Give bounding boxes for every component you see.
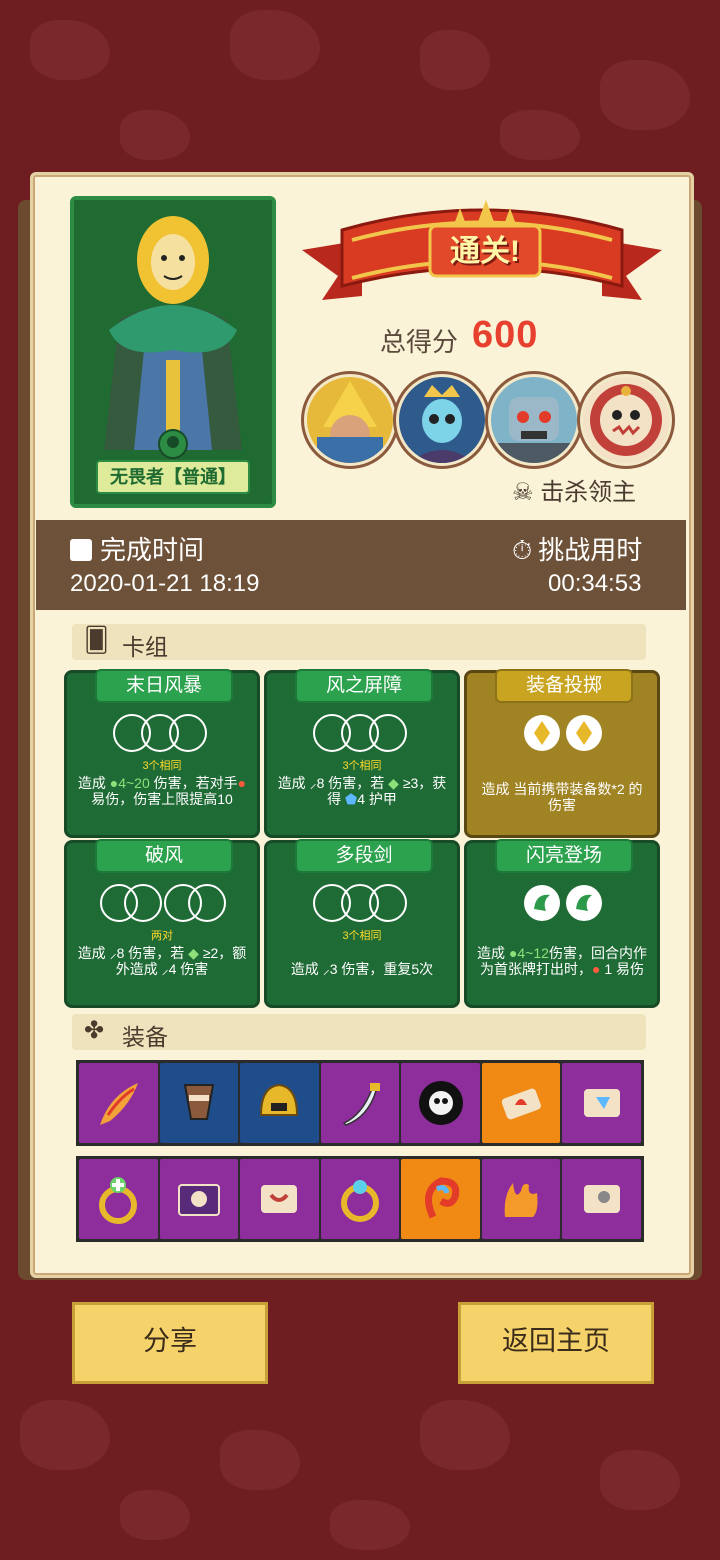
stopwatch-icon: ⏱ bbox=[512, 535, 533, 565]
dice-slots bbox=[267, 883, 457, 928]
kill-lord-label: ☠ 击杀领主 bbox=[512, 472, 636, 507]
card-break-wind[interactable]: 破风 两对 造成 ⸝8 伤害，若 ◆ ≥2，额外造成 ⸝4 伤害 bbox=[64, 839, 260, 1008]
red-scroll-icon[interactable] bbox=[240, 1159, 319, 1239]
victory-text: 通关! bbox=[450, 235, 520, 268]
wind-icon: ◆ bbox=[188, 945, 199, 961]
card-desc: 造成 ●4~20 伤害，若对手●易伤，伤害上限提高10 bbox=[77, 775, 247, 807]
equipment-row-1 bbox=[76, 1060, 644, 1146]
pinwheel-icon: ✤ bbox=[84, 1017, 105, 1044]
finish-time-label: 完成时间 bbox=[100, 535, 205, 565]
card-combo: 3个相同 bbox=[342, 760, 382, 772]
sword-icon: ⸝ bbox=[161, 961, 169, 977]
card-multi-sword[interactable]: 多段剑 3个相同 造成 ⸝3 伤害，重复5次 bbox=[264, 839, 460, 1008]
gem-ring-icon[interactable] bbox=[320, 1159, 400, 1239]
card-title: 装备投掷 bbox=[495, 669, 633, 703]
golden-helmet-icon[interactable] bbox=[240, 1063, 319, 1143]
card-desc: 造成 ⸝8 伤害，若 ◆ ≥3，获得 ⬟4 护甲 bbox=[277, 775, 447, 807]
share-button[interactable]: 分享 bbox=[72, 1302, 268, 1384]
equipment-section-header: ✤ 装备 bbox=[72, 1014, 646, 1050]
card-grand-entrance[interactable]: 闪亮登场 造成 ●4~12伤害，回合内作为首张牌打出时，● 1 易伤 bbox=[464, 839, 660, 1008]
card-title: 多段剑 bbox=[295, 839, 433, 873]
elapsed-time-value: 00:34:53 bbox=[548, 570, 642, 597]
card-title: 闪亮登场 bbox=[495, 839, 633, 873]
blue-scroll-icon[interactable] bbox=[562, 1063, 642, 1143]
finish-time-value: 2020-01-21 18:19 bbox=[70, 570, 260, 597]
shield-icon: ⬟ bbox=[345, 791, 358, 807]
card-desc: 造成 ⸝3 伤害，重复5次 bbox=[290, 961, 434, 977]
dice-slots bbox=[467, 713, 657, 758]
film-icon bbox=[70, 539, 92, 561]
cards-icon: 🂠 bbox=[84, 627, 109, 654]
hero-illustration bbox=[74, 200, 272, 460]
deck-section-header: 🂠 卡组 bbox=[72, 624, 646, 660]
goblet-icon[interactable] bbox=[159, 1063, 239, 1143]
dice-slots bbox=[467, 883, 657, 928]
dark-skull-icon[interactable] bbox=[401, 1063, 480, 1143]
flame-bundle-icon[interactable] bbox=[481, 1159, 561, 1239]
wind-icon: ◆ bbox=[388, 775, 399, 791]
dagger-icon[interactable] bbox=[320, 1063, 400, 1143]
swirl-icon[interactable] bbox=[401, 1159, 480, 1239]
elapsed-time-header: ⏱ 挑战用时 bbox=[512, 530, 642, 567]
dice-slots bbox=[67, 883, 257, 928]
score-label: 总得分 bbox=[380, 327, 459, 357]
kill-lord-text: 击杀领主 bbox=[540, 479, 637, 506]
score-value: 600 bbox=[472, 314, 539, 356]
vulnerable-icon: ● bbox=[591, 961, 601, 977]
card-desc: 造成 ●4~12伤害，回合内作为首张牌打出时，● 1 易伤 bbox=[477, 945, 647, 977]
home-button[interactable]: 返回主页 bbox=[458, 1302, 654, 1384]
skull-book-icon[interactable] bbox=[159, 1159, 239, 1239]
card-doomstorm[interactable]: 末日风暴 3个相同 造成 ●4~20 伤害，若对手●易伤，伤害上限提高10 bbox=[64, 669, 260, 838]
healing-ring-icon[interactable] bbox=[79, 1159, 158, 1239]
sword-icon: ⸝ bbox=[309, 775, 317, 791]
card-title: 末日风暴 bbox=[95, 669, 233, 703]
equipment-title: 装备 bbox=[122, 1024, 168, 1050]
card-equipment-throw[interactable]: 装备投掷 造成 当前携带装备数*2 的伤害 bbox=[464, 669, 660, 838]
sword-icon: ⸝ bbox=[322, 961, 330, 977]
card-combo: 3个相同 bbox=[142, 760, 182, 772]
boss-avatar-2 bbox=[396, 374, 488, 466]
card-title: 风之屏障 bbox=[295, 669, 433, 703]
boss-avatar-4 bbox=[580, 374, 672, 466]
sword-icon: ⸝ bbox=[109, 945, 117, 961]
dice-slots bbox=[67, 713, 257, 758]
card-wind-barrier[interactable]: 风之屏障 3个相同 造成 ⸝8 伤害，若 ◆ ≥3，获得 ⬟4 护甲 bbox=[264, 669, 460, 838]
boss-avatar-1 bbox=[304, 374, 396, 466]
dice-slots bbox=[267, 713, 457, 758]
hero-name-label: 无畏者【普通】 bbox=[96, 460, 250, 494]
flame-feather-icon[interactable] bbox=[79, 1063, 158, 1143]
card-combo: 3个相同 bbox=[342, 930, 382, 942]
skull-scroll-icon[interactable] bbox=[562, 1159, 642, 1239]
elapsed-time-label: 挑战用时 bbox=[538, 535, 643, 565]
equipment-row-2 bbox=[76, 1156, 644, 1242]
card-title: 破风 bbox=[95, 839, 233, 873]
card-desc: 造成 ⸝8 伤害，若 ◆ ≥2，额外造成 ⸝4 伤害 bbox=[77, 945, 247, 977]
card-combo: 两对 bbox=[151, 930, 173, 942]
vulnerable-icon: ● bbox=[237, 775, 247, 791]
deck-title: 卡组 bbox=[122, 634, 168, 660]
skull-horn-icon: ☠ bbox=[512, 479, 534, 506]
boss-avatar-3 bbox=[488, 374, 580, 466]
fire-scroll-icon[interactable] bbox=[481, 1063, 561, 1143]
wind-icon: ● bbox=[109, 775, 119, 791]
finish-time-header: 完成时间 bbox=[70, 530, 204, 567]
card-desc: 造成 当前携带装备数*2 的伤害 bbox=[481, 781, 643, 813]
